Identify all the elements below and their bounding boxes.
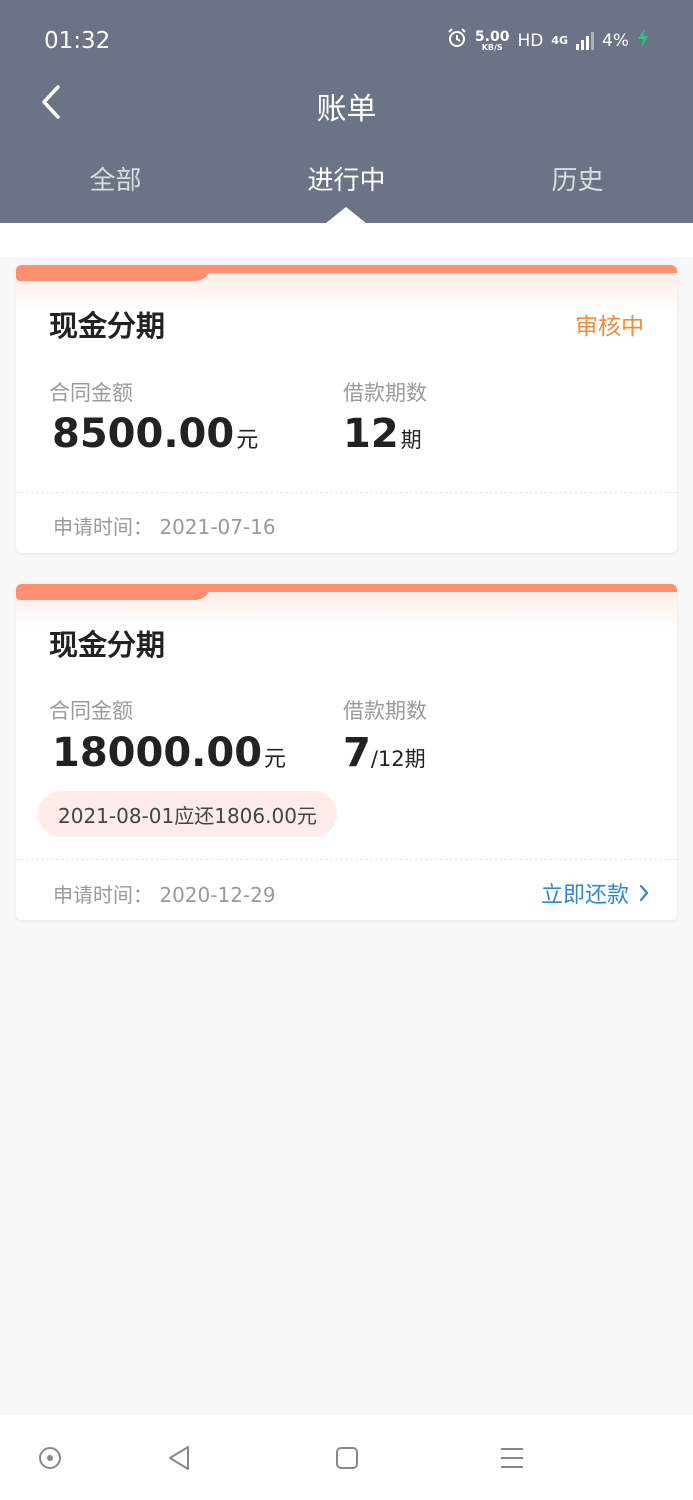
status-badge: 审核中 xyxy=(575,314,644,340)
square-home-icon xyxy=(336,1447,358,1469)
chevron-right-icon xyxy=(639,884,649,902)
period-label: 借款期数 xyxy=(343,381,427,405)
apply-time: 申请时间： 2021-07-16 xyxy=(53,515,276,539)
recents-button[interactable] xyxy=(497,1443,527,1473)
bill-list: 现金分期 审核中 合同金额 8500.00元 借款期数 12期 申请时间： 20… xyxy=(0,223,693,1415)
loan-periods: 7/12期 xyxy=(343,730,426,776)
battery-text: 4% xyxy=(602,30,629,51)
bill-card[interactable]: 现金分期 合同金额 18000.00元 借款期数 7/12期 2021-08-0… xyxy=(16,584,677,920)
amount-label: 合同金额 xyxy=(49,699,133,723)
due-notice: 2021-08-01应还1806.00元 xyxy=(38,791,337,837)
alarm-icon xyxy=(447,28,467,53)
active-tab-indicator xyxy=(326,207,366,223)
network-type: 4G xyxy=(551,34,569,47)
system-nav-bar xyxy=(0,1415,693,1500)
triangle-back-icon xyxy=(169,1446,189,1470)
apply-time: 申请时间： 2020-12-29 xyxy=(53,883,276,907)
repay-now-button[interactable]: 立即还款 xyxy=(541,877,649,909)
bill-card[interactable]: 现金分期 审核中 合同金额 8500.00元 借款期数 12期 申请时间： 20… xyxy=(16,265,677,553)
contract-amount: 18000.00元 xyxy=(52,730,287,776)
nav-back-button[interactable] xyxy=(164,1443,194,1473)
assistant-button[interactable] xyxy=(35,1443,65,1473)
page-title: 账单 xyxy=(316,92,377,127)
period-label: 借款期数 xyxy=(343,699,427,723)
tab-bar: 全部 进行中 历史 xyxy=(0,160,693,210)
tab-history[interactable]: 历史 xyxy=(462,160,693,197)
amount-label: 合同金额 xyxy=(49,381,133,405)
status-time: 01:32 xyxy=(44,28,111,54)
menu-lines-icon xyxy=(501,1448,523,1468)
status-bar: 01:32 5.00 KB/S HD 4G 4% xyxy=(0,0,693,84)
status-icons: 5.00 KB/S HD 4G 4% xyxy=(447,28,649,53)
card-title: 现金分期 xyxy=(49,628,166,662)
circle-dot-icon xyxy=(39,1447,61,1469)
loan-periods: 12期 xyxy=(343,411,422,457)
charging-icon xyxy=(637,28,649,53)
tab-in-progress[interactable]: 进行中 xyxy=(231,160,462,197)
net-speed: 5.00 KB/S xyxy=(474,28,510,52)
tab-all[interactable]: 全部 xyxy=(0,160,231,197)
signal-icon xyxy=(576,31,595,50)
home-button[interactable] xyxy=(332,1443,362,1473)
app-header: 01:32 5.00 KB/S HD 4G 4% 账单 全部 进行中 历史 xyxy=(0,0,693,223)
contract-amount: 8500.00元 xyxy=(52,411,259,457)
hd-badge: HD xyxy=(517,30,544,51)
card-title: 现金分期 xyxy=(49,309,166,343)
